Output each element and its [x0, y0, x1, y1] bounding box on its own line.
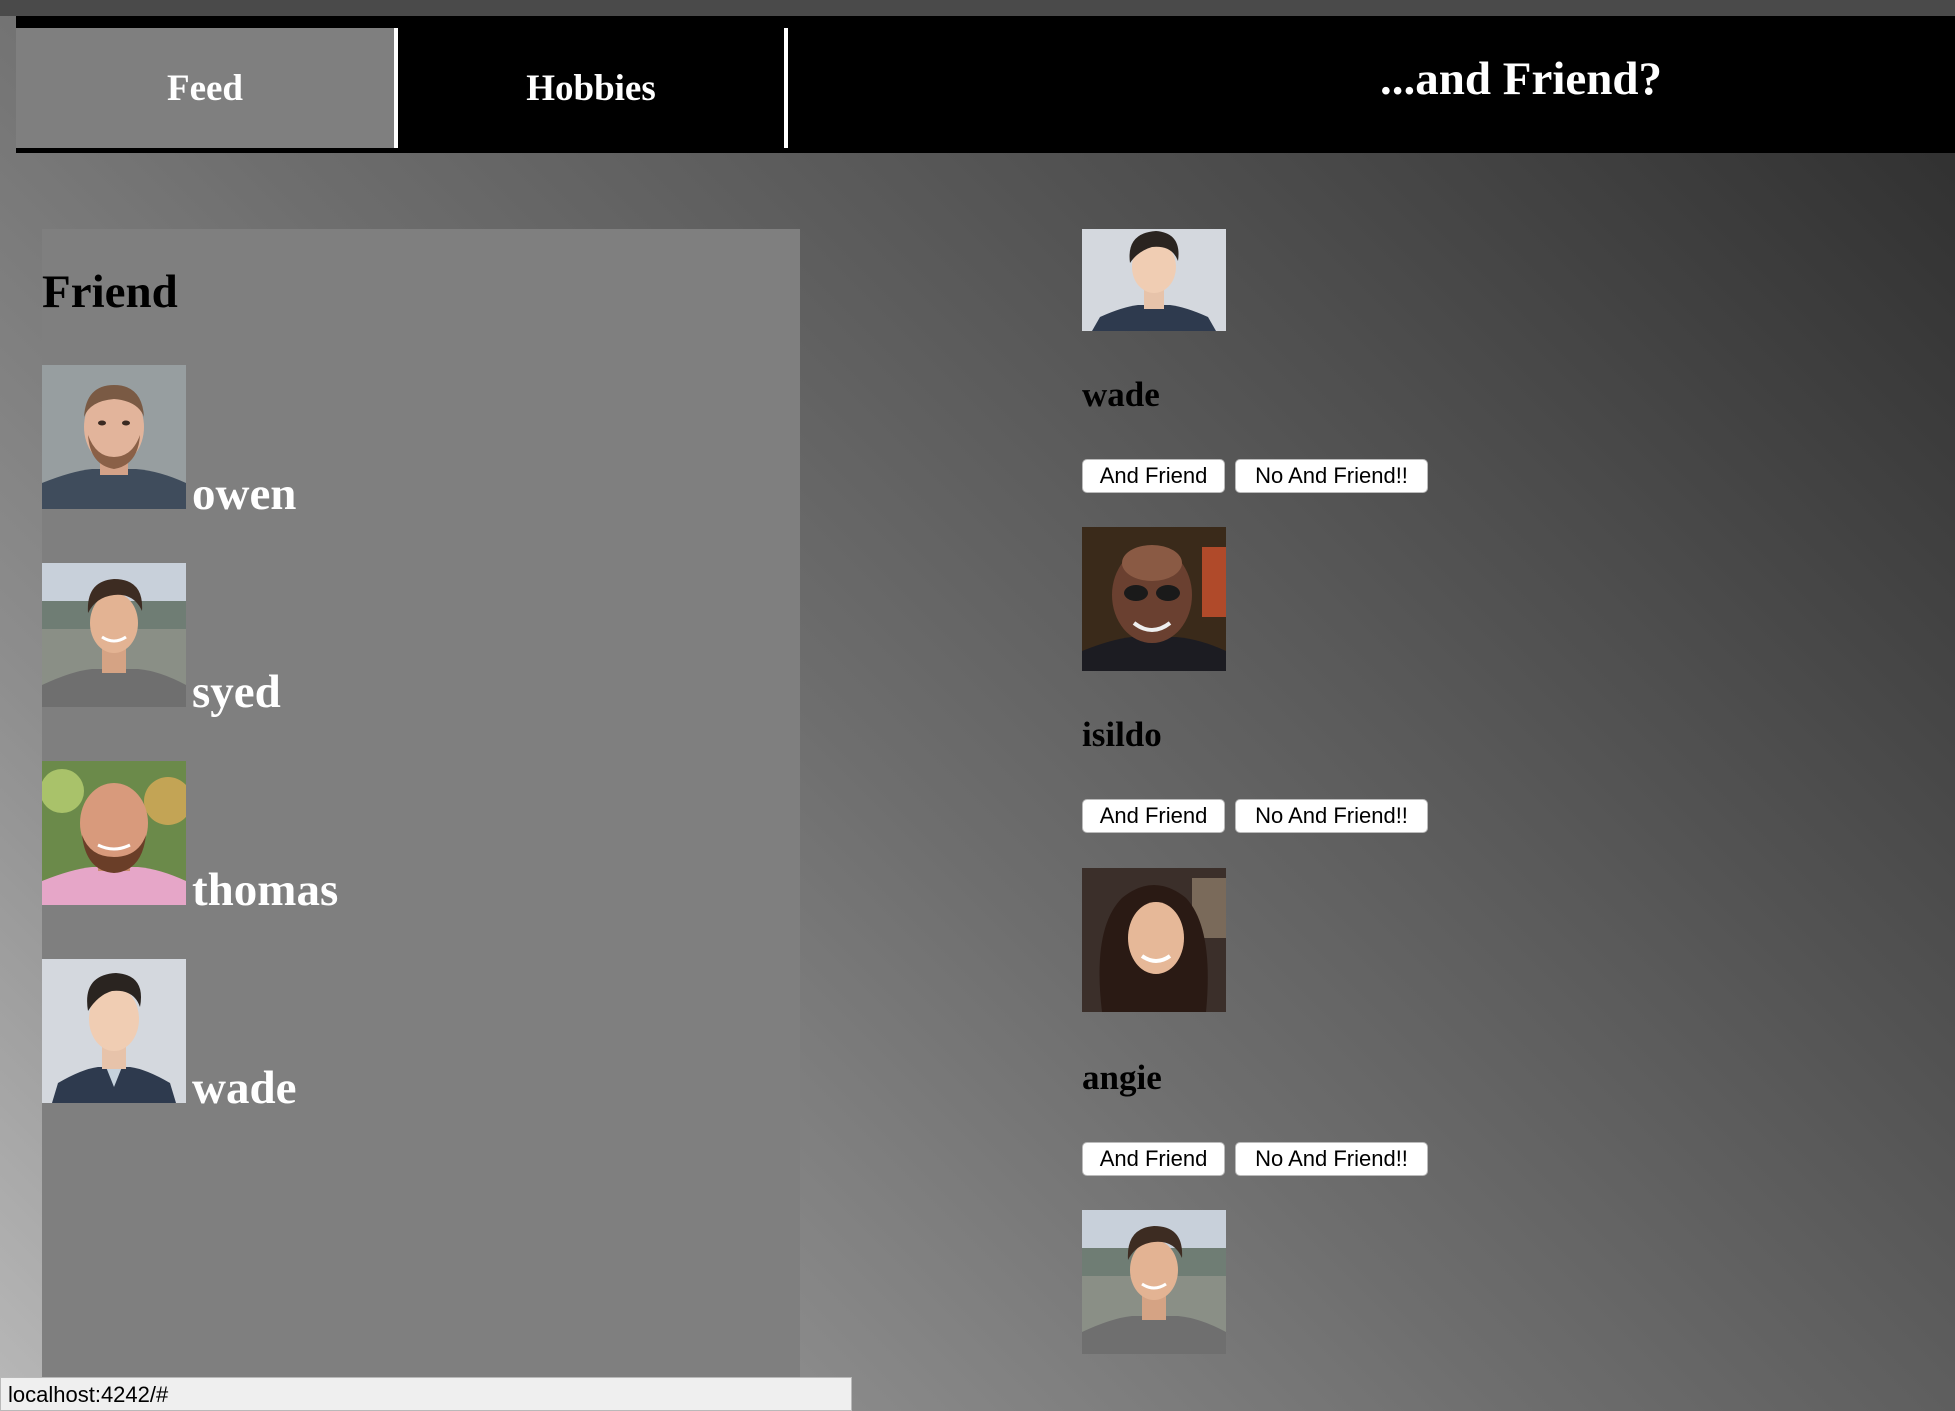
- friend-item[interactable]: owen: [42, 365, 542, 520]
- avatar: [1082, 1210, 1226, 1354]
- friend-item[interactable]: thomas: [42, 761, 542, 916]
- tab-hobbies-label: Hobbies: [526, 67, 656, 109]
- window-top-strip: [0, 0, 1955, 16]
- friends-panel: Friend owen syed thomas wade: [42, 229, 800, 1411]
- avatar: [1082, 868, 1226, 1012]
- and-friend-button[interactable]: And Friend: [1082, 1142, 1225, 1176]
- friend-name: thomas: [192, 864, 339, 916]
- friend-item[interactable]: wade: [42, 959, 542, 1114]
- suggestion-name: wade: [1082, 375, 1160, 414]
- and-friend-button[interactable]: And Friend: [1082, 799, 1225, 833]
- suggestion-name: isildo: [1082, 715, 1162, 754]
- friend-item[interactable]: syed: [42, 563, 542, 718]
- friend-name: wade: [192, 1062, 297, 1114]
- avatar: [42, 365, 186, 509]
- app-title: ...and Friend?: [1380, 53, 1663, 105]
- friends-panel-title: Friend: [42, 266, 178, 318]
- tab-feed[interactable]: Feed: [16, 28, 398, 148]
- friend-name: owen: [192, 468, 297, 520]
- avatar: [42, 761, 186, 905]
- no-and-friend-button[interactable]: No And Friend!!: [1235, 1142, 1428, 1176]
- avatar: [42, 959, 186, 1103]
- status-url: localhost:4242/#: [8, 1382, 169, 1407]
- avatar: [1082, 527, 1226, 671]
- no-and-friend-button[interactable]: No And Friend!!: [1235, 799, 1428, 833]
- avatar: [1082, 229, 1226, 331]
- tab-hobbies[interactable]: Hobbies: [398, 28, 788, 148]
- and-friend-button[interactable]: And Friend: [1082, 459, 1225, 493]
- avatar: [42, 563, 186, 707]
- friend-name: syed: [192, 666, 281, 718]
- browser-status-bar: localhost:4242/#: [0, 1377, 852, 1411]
- tab-feed-label: Feed: [166, 67, 244, 109]
- suggestion-name: angie: [1082, 1058, 1162, 1097]
- no-and-friend-button[interactable]: No And Friend!!: [1235, 459, 1428, 493]
